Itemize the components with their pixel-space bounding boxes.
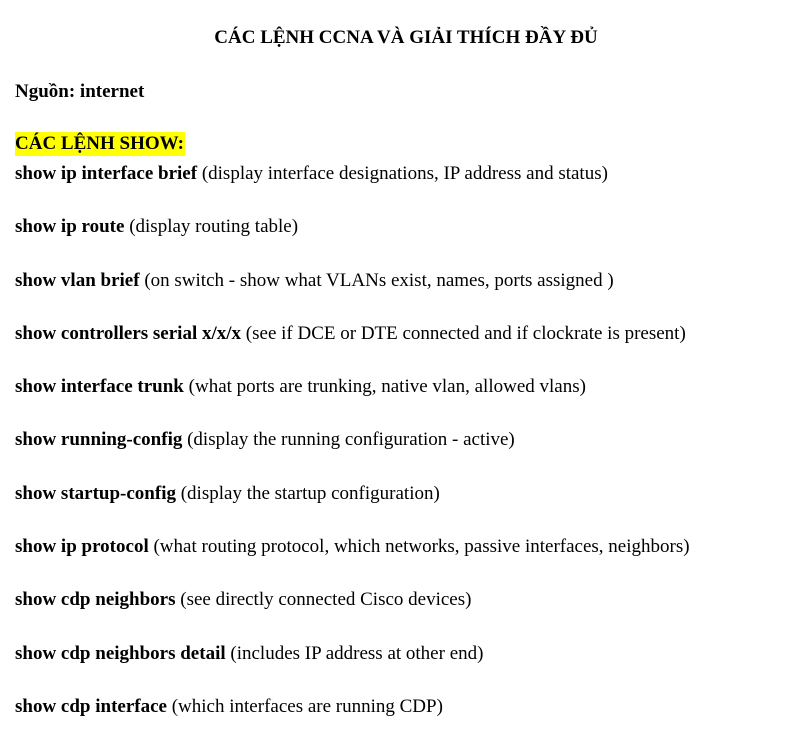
command-line: show startup-config (display the startup… bbox=[15, 482, 805, 535]
command-description: (display the running configuration - act… bbox=[182, 429, 515, 451]
command-line: show cdp neighbors detail (includes IP a… bbox=[15, 642, 805, 695]
command-description: (display routing table) bbox=[124, 216, 299, 238]
command-text: show cdp neighbors bbox=[15, 589, 176, 611]
command-description: (what ports are trunking, native vlan, a… bbox=[183, 376, 586, 398]
command-line: show cdp neighbors (see directly connect… bbox=[15, 588, 805, 641]
command-description: (display the startup configuration) bbox=[175, 482, 440, 504]
command-list: show ip interface brief (display interfa… bbox=[15, 162, 805, 748]
command-description: (see if DCE or DTE connected and if cloc… bbox=[241, 322, 686, 344]
command-text: show cdp neighbors detail bbox=[15, 642, 226, 664]
command-text: show ip interface brief bbox=[15, 163, 198, 184]
command-description: (display interface designations, IP addr… bbox=[197, 163, 608, 184]
command-text: show ip protocol bbox=[15, 536, 149, 558]
command-line: show running-config (display the running… bbox=[15, 428, 805, 481]
command-text: show startup-config bbox=[15, 482, 176, 504]
command-text: show interface trunk bbox=[15, 376, 184, 398]
source-line: Nguồn: internet bbox=[15, 81, 145, 102]
command-description: (what routing protocol, which networks, … bbox=[148, 536, 690, 558]
command-line: show interface trunk (what ports are tru… bbox=[15, 375, 805, 428]
command-description: (which interfaces are running CDP) bbox=[166, 695, 443, 717]
document-title: CÁC LỆNH CCNA VÀ GIẢI THÍCH ĐẦY ĐỦ bbox=[214, 27, 598, 48]
section-heading-show: CÁC LỆNH SHOW: bbox=[15, 132, 185, 156]
command-line: show ip protocol (what routing protocol,… bbox=[15, 535, 805, 588]
command-description: (see directly connected Cisco devices) bbox=[175, 589, 472, 611]
command-line: show ip interface brief (display interfa… bbox=[15, 162, 805, 215]
command-text: show ip route bbox=[15, 216, 125, 238]
command-text: show running-config bbox=[15, 429, 183, 451]
command-line: show ip route (display routing table) bbox=[15, 215, 805, 268]
command-text: show controllers serial x/x/x bbox=[15, 322, 242, 344]
command-line: show controllers serial x/x/x (see if DC… bbox=[15, 322, 805, 375]
document-page: CÁC LỆNH CCNA VÀ GIẢI THÍCH ĐẦY ĐỦ Nguồn… bbox=[0, 0, 812, 722]
command-line: show cdp interface (which interfaces are… bbox=[15, 695, 805, 748]
command-text: show cdp interface bbox=[15, 695, 167, 717]
command-line: show vlan brief (on switch - show what V… bbox=[15, 269, 805, 322]
command-description: (on switch - show what VLANs exist, name… bbox=[139, 269, 614, 291]
command-description: (includes IP address at other end) bbox=[225, 642, 484, 664]
command-text: show vlan brief bbox=[15, 269, 140, 291]
